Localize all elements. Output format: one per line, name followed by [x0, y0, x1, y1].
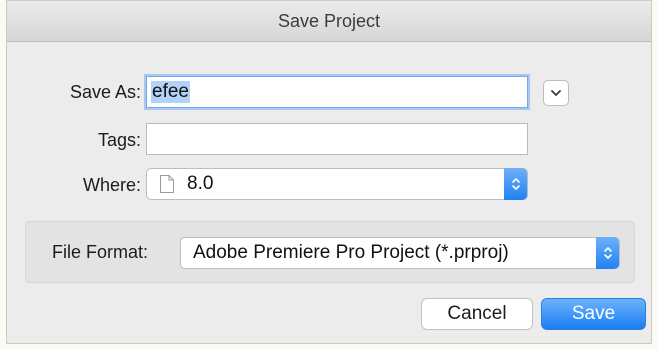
dialog-title: Save Project — [7, 1, 651, 42]
save-as-field[interactable]: efee — [146, 76, 528, 108]
tags-label: Tags: — [97, 130, 141, 150]
expand-dialog-button[interactable] — [543, 80, 569, 106]
where-stepper — [504, 168, 527, 200]
file-format-panel: File Format: Adobe Premiere Pro Project … — [25, 221, 635, 283]
file-format-label: File Format: — [52, 242, 149, 262]
save-project-dialog: Save Project Save As: efee Tags: Where: … — [6, 0, 652, 344]
where-value: 8.0 — [187, 173, 214, 194]
up-down-arrows-icon — [511, 176, 521, 192]
save-button[interactable]: Save — [541, 298, 646, 330]
file-format-popup[interactable]: Adobe Premiere Pro Project (*.prproj) — [180, 237, 620, 269]
cancel-button[interactable]: Cancel — [421, 298, 533, 330]
file-format-value: Adobe Premiere Pro Project (*.prproj) — [193, 242, 509, 263]
file-format-stepper — [596, 237, 619, 269]
where-popup[interactable]: 8.0 — [146, 168, 528, 200]
document-icon — [159, 174, 175, 194]
where-label: Where: — [82, 175, 141, 195]
chevron-down-icon — [550, 89, 562, 97]
save-as-value: efee — [151, 81, 190, 103]
save-as-label: Save As: — [69, 82, 141, 102]
up-down-arrows-icon — [603, 245, 613, 261]
tags-field[interactable] — [146, 123, 528, 155]
